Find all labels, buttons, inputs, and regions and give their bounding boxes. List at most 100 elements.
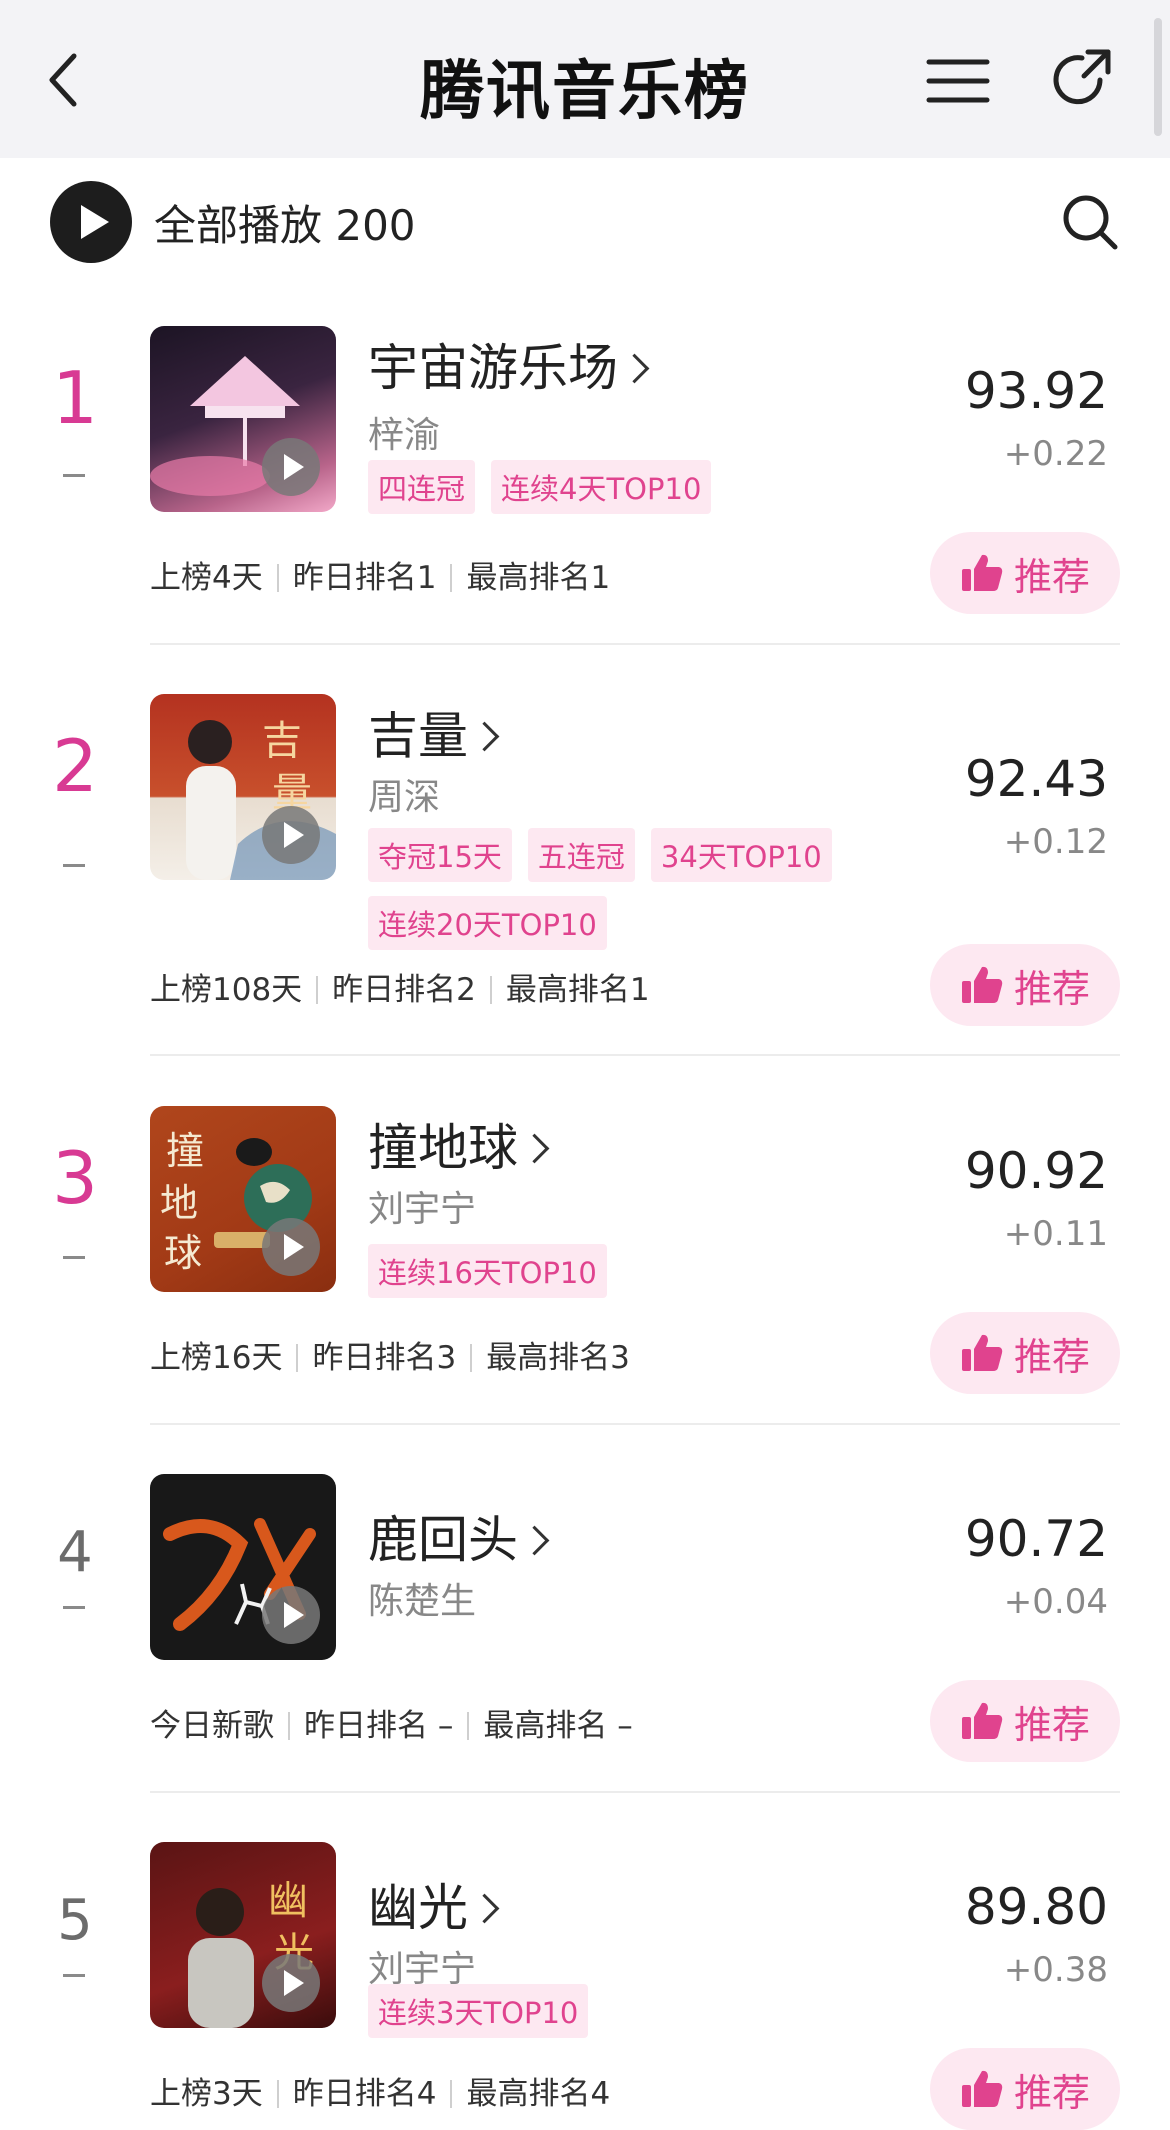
- album-cover[interactable]: [150, 326, 336, 512]
- song-title[interactable]: 吉量: [368, 696, 500, 768]
- days-on-chart: 上榜108天: [150, 972, 303, 1008]
- peak-rank: 最高排名1: [505, 972, 650, 1008]
- scrollbar[interactable]: [1154, 18, 1162, 136]
- rank-number: 3: [52, 1136, 98, 1220]
- separator: [489, 976, 492, 1004]
- chart-stats: 上榜16天 昨日排名3 最高排名3: [150, 1332, 630, 1377]
- play-icon: [50, 181, 132, 263]
- tag: 连续20天TOP10: [368, 896, 607, 950]
- yesterday-rank: 昨日排名2: [332, 972, 476, 1008]
- rank-number: 2: [52, 724, 98, 808]
- score: 90.72: [964, 1510, 1108, 1568]
- rank-number: 4: [57, 1520, 93, 1585]
- chart-stats: 今日新歌 昨日排名 – 最高排名 –: [150, 1700, 633, 1745]
- share-icon[interactable]: [1048, 46, 1114, 116]
- svg-text:地: 地: [160, 1181, 198, 1225]
- recommend-label: 推荐: [1013, 554, 1090, 599]
- separator: [316, 976, 319, 1004]
- play-icon[interactable]: [262, 438, 320, 496]
- score-delta: +0.38: [1003, 1950, 1108, 1990]
- recommend-button[interactable]: 推荐: [930, 1680, 1120, 1762]
- recommend-button[interactable]: 推荐: [930, 944, 1120, 1026]
- peak-rank: 最高排名1: [466, 560, 611, 596]
- chevron-right-icon: [619, 353, 650, 384]
- artist-name[interactable]: 陈楚生: [368, 1572, 476, 1624]
- tag-list: 四连冠 连续4天TOP10: [368, 460, 868, 528]
- chevron-right-icon: [469, 721, 500, 752]
- svg-text:幽: 幽: [268, 1878, 308, 1924]
- score-delta: +0.11: [1003, 1214, 1108, 1254]
- separator: [276, 2080, 279, 2108]
- tag: 四连冠: [368, 460, 476, 514]
- tag-list: 连续3天TOP10: [368, 1984, 868, 2052]
- tag: 连续3天TOP10: [368, 1984, 589, 2038]
- album-cover[interactable]: 幽 光: [150, 1842, 336, 2028]
- days-on-chart: 上榜16天: [150, 1340, 283, 1376]
- divider: [150, 1791, 1120, 1793]
- recommend-label: 推荐: [1013, 2070, 1090, 2115]
- artist-name[interactable]: 刘宇宁: [368, 1180, 476, 1232]
- play-all-label: 全部播放 200: [154, 200, 416, 250]
- chart-stats: 上榜3天 昨日排名4 最高排名4: [150, 2068, 610, 2113]
- page-title: 腾讯音乐榜: [420, 55, 750, 129]
- rank-number: 1: [52, 356, 98, 440]
- tag-list: 连续16天TOP10: [368, 1244, 868, 1312]
- top-bar: 腾讯音乐榜: [0, 0, 1170, 158]
- score-delta: +0.22: [1003, 434, 1108, 474]
- play-icon[interactable]: [262, 1586, 320, 1644]
- search-icon[interactable]: [1060, 192, 1120, 256]
- tag: 五连冠: [527, 828, 635, 882]
- tag: 夺冠15天: [368, 828, 512, 882]
- tag-list: 夺冠15天 五连冠 34天TOP10 连续20天TOP10: [368, 828, 868, 964]
- menu-icon[interactable]: [926, 58, 990, 108]
- days-on-chart: 上榜4天: [150, 560, 263, 596]
- song-title[interactable]: 幽光: [368, 1868, 500, 1940]
- svg-text:撞: 撞: [166, 1129, 204, 1173]
- album-cover[interactable]: [150, 1474, 336, 1660]
- score-delta: +0.12: [1003, 822, 1108, 862]
- svg-text:吉: 吉: [262, 718, 302, 764]
- play-all-button[interactable]: 全部播放 200: [50, 180, 416, 264]
- album-cover[interactable]: 撞 地 球: [150, 1106, 336, 1292]
- chevron-right-icon: [469, 1893, 500, 1924]
- chart-stats: 上榜4天 昨日排名1 最高排名1: [150, 552, 610, 597]
- recommend-label: 推荐: [1013, 966, 1090, 1011]
- recommend-label: 推荐: [1013, 1334, 1090, 1379]
- yesterday-rank: 昨日排名4: [292, 2076, 437, 2112]
- score: 89.80: [964, 1878, 1108, 1936]
- separator: [276, 564, 279, 592]
- song-title[interactable]: 鹿回头: [368, 1500, 550, 1572]
- recommend-button[interactable]: 推荐: [930, 2048, 1120, 2130]
- recommend-button[interactable]: 推荐: [930, 532, 1120, 614]
- separator: [450, 2080, 453, 2108]
- recommend-button[interactable]: 推荐: [930, 1312, 1120, 1394]
- separator: [467, 1712, 470, 1740]
- tag: 连续4天TOP10: [491, 460, 712, 514]
- peak-rank: 最高排名 –: [483, 1708, 633, 1744]
- peak-rank: 最高排名4: [466, 2076, 611, 2112]
- rank-change-dash: [63, 474, 85, 477]
- chevron-right-icon: [519, 1133, 550, 1164]
- rank-change-dash: [63, 1974, 85, 1977]
- play-icon[interactable]: [262, 1218, 320, 1276]
- album-cover[interactable]: 吉 量: [150, 694, 336, 880]
- divider: [150, 643, 1120, 645]
- artist-name[interactable]: 周深: [368, 768, 440, 820]
- play-icon[interactable]: [262, 1954, 320, 2012]
- tag: 34天TOP10: [650, 828, 832, 882]
- yesterday-rank: 昨日排名1: [292, 560, 437, 596]
- play-icon[interactable]: [262, 806, 320, 864]
- thumbs-up-icon: [961, 554, 1003, 591]
- score: 90.92: [964, 1142, 1108, 1200]
- thumbs-up-icon: [961, 1334, 1003, 1371]
- days-on-chart: 上榜3天: [150, 2076, 263, 2112]
- peak-rank: 最高排名3: [486, 1340, 630, 1376]
- artist-name[interactable]: 梓渝: [368, 406, 440, 458]
- chevron-right-icon: [519, 1525, 550, 1556]
- song-title[interactable]: 撞地球: [368, 1108, 550, 1180]
- thumbs-up-icon: [961, 1702, 1003, 1739]
- rank-change-dash: [63, 1256, 85, 1259]
- song-title[interactable]: 宇宙游乐场: [368, 328, 650, 400]
- yesterday-rank: 昨日排名3: [312, 1340, 457, 1376]
- recommend-label: 推荐: [1013, 1702, 1090, 1747]
